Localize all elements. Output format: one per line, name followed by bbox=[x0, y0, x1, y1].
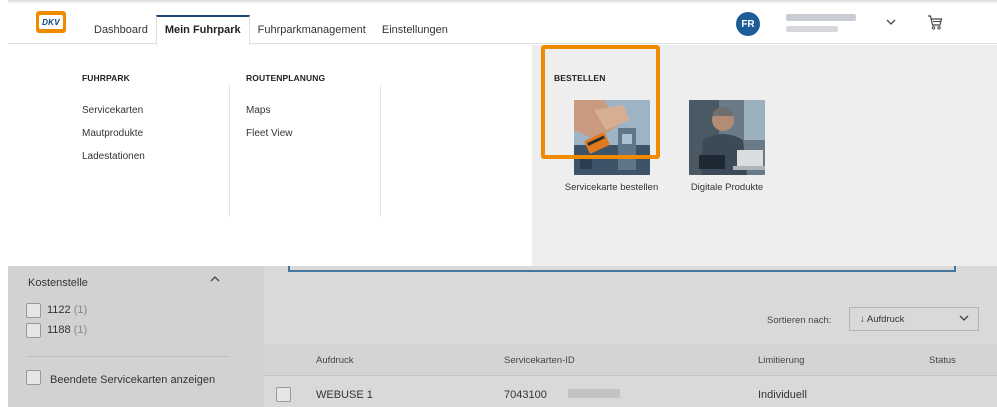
option-value: 1122 bbox=[47, 304, 71, 316]
highlight-frame bbox=[541, 45, 660, 159]
menu-link-fleet-view[interactable]: Fleet View bbox=[246, 128, 293, 139]
tile-label: Digitale Produkte bbox=[690, 182, 764, 193]
option-value: 1188 bbox=[47, 324, 71, 336]
checkbox-label: 1122 (1) bbox=[47, 304, 87, 316]
checkbox-beendete-servicekarten[interactable] bbox=[26, 370, 41, 385]
dkv-logo-text: DKV bbox=[39, 15, 63, 29]
menu-link-ladestationen[interactable]: Ladestationen bbox=[82, 151, 145, 162]
checkbox-label: 1188 (1) bbox=[47, 324, 87, 336]
sort-label: Sortieren nach: bbox=[767, 315, 832, 326]
top-header: DKV Dashboard Mein Fuhrpark Fuhrparkmana… bbox=[8, 4, 997, 46]
column-header-limitierung[interactable]: Limitierung bbox=[758, 355, 804, 366]
user-company-redacted bbox=[786, 26, 838, 32]
chevron-up-icon[interactable] bbox=[209, 274, 221, 287]
chevron-down-icon bbox=[958, 312, 970, 327]
checkbox-label-beendete: Beendete Servicekarten anzeigen bbox=[50, 374, 216, 386]
tab-fuhrparkmanagement[interactable]: Fuhrparkmanagement bbox=[250, 15, 374, 46]
avatar[interactable]: FR bbox=[736, 12, 760, 36]
sidebar-divider bbox=[28, 356, 228, 357]
menu-link-maps[interactable]: Maps bbox=[246, 105, 270, 116]
tab-mein-fuhrpark[interactable]: Mein Fuhrpark bbox=[155, 15, 250, 46]
row-checkbox[interactable] bbox=[276, 387, 291, 402]
menu-heading-routenplanung: ROUTENPLANUNG bbox=[246, 73, 326, 83]
info-box bbox=[288, 266, 956, 272]
servicekarten-id-redacted bbox=[568, 389, 620, 398]
column-header-aufdruck[interactable]: Aufdruck bbox=[316, 355, 354, 366]
table-header bbox=[264, 344, 997, 376]
option-count: (1) bbox=[73, 304, 88, 316]
menu-link-servicekarten[interactable]: Servicekarten bbox=[82, 105, 143, 116]
checkbox-1122[interactable] bbox=[26, 303, 41, 318]
column-header-servicekarten-id[interactable]: Servicekarten-ID bbox=[504, 355, 575, 366]
menu-heading-fuhrpark: FUHRPARK bbox=[82, 73, 130, 83]
option-count: (1) bbox=[73, 324, 88, 336]
tab-dashboard[interactable]: Dashboard bbox=[86, 15, 156, 46]
cell-limitierung: Individuell bbox=[758, 389, 807, 401]
cell-servicekarten-id: 7043100 bbox=[504, 389, 547, 401]
menu-divider bbox=[380, 85, 381, 217]
menu-link-mautprodukte[interactable]: Mautprodukte bbox=[82, 128, 143, 139]
checkbox-1188[interactable] bbox=[26, 323, 41, 338]
sort-selected-value: ↓ Aufdruck bbox=[860, 314, 905, 325]
chevron-down-icon[interactable] bbox=[885, 15, 897, 31]
sort-select[interactable]: ↓ Aufdruck bbox=[849, 307, 979, 331]
column-header-status[interactable]: Status bbox=[929, 355, 956, 366]
tab-einstellungen[interactable]: Einstellungen bbox=[374, 15, 456, 46]
cart-icon[interactable] bbox=[926, 13, 946, 33]
digitale-produkte-image bbox=[689, 100, 765, 175]
user-name-redacted bbox=[786, 14, 856, 21]
table-row[interactable] bbox=[264, 377, 997, 407]
menu-divider bbox=[229, 85, 230, 217]
filter-title: Kostenstelle bbox=[28, 277, 88, 289]
tile-label: Servicekarte bestellen bbox=[564, 182, 659, 193]
tile-digitale-produkte[interactable]: Digitale Produkte bbox=[682, 100, 772, 193]
cell-aufdruck: WEBUSE 1 bbox=[316, 389, 373, 401]
mega-menu: FUHRPARK Servicekarten Mautprodukte Lade… bbox=[8, 45, 997, 266]
dkv-logo[interactable]: DKV bbox=[36, 11, 66, 33]
